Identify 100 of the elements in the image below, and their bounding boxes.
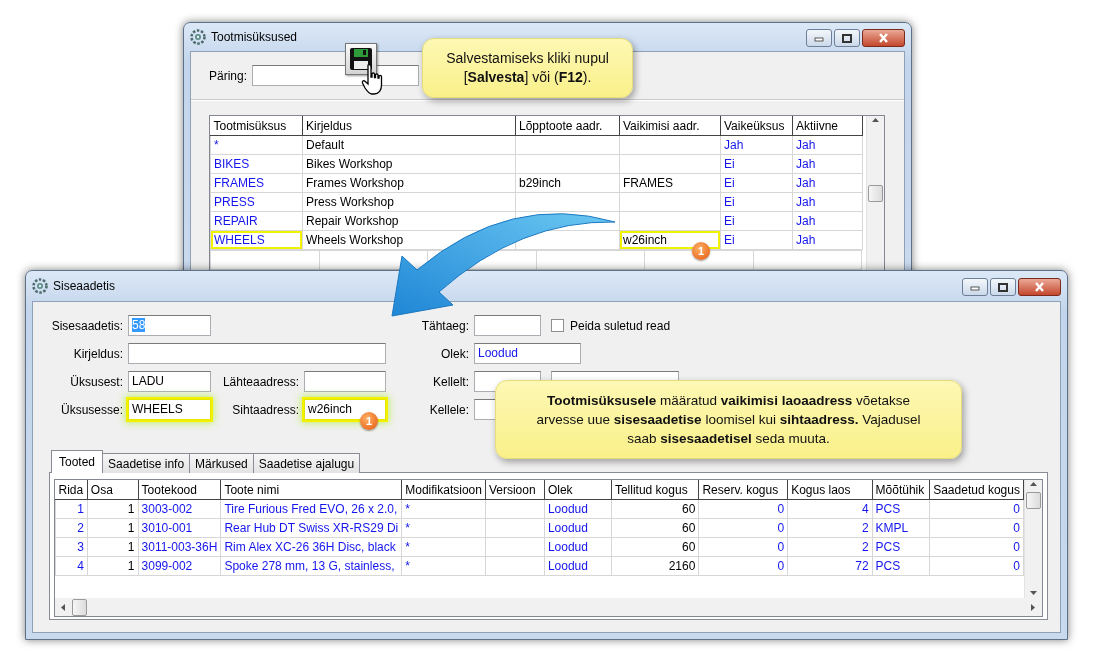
table-cell: Default: [302, 135, 516, 155]
table-cell: Tire Furious Fred EVO, 26 x 2.0,: [220, 499, 402, 519]
field-label: Üksusesse:: [59, 402, 123, 417]
scrollbar[interactable]: [55, 598, 1042, 616]
close-button[interactable]: [1018, 278, 1061, 296]
table-cell: 0: [929, 556, 1024, 576]
table-cell: Jah: [792, 154, 863, 174]
minimize-button[interactable]: [806, 29, 832, 47]
table-cell: Spoke 278 mm, 13 G, stainless,: [220, 556, 402, 576]
text-field[interactable]: LADU: [128, 371, 211, 392]
scroll-left-icon: [59, 602, 68, 612]
table-cell: Jah: [792, 211, 863, 231]
scroll-up-icon: [1029, 480, 1038, 489]
column-header[interactable]: Tootekood: [138, 480, 221, 500]
column-header[interactable]: Versioon: [485, 480, 545, 500]
column-header[interactable]: Kirjeldus: [302, 116, 516, 136]
field-label: Sisesaadetis:: [50, 318, 123, 333]
column-header[interactable]: Aktiivne: [792, 116, 863, 136]
tab[interactable]: Tooted: [51, 450, 104, 473]
column-header[interactable]: Mõõtühik: [872, 480, 930, 500]
tab[interactable]: Saadetise ajalugu: [252, 453, 361, 473]
table-cell: Ei: [720, 211, 793, 231]
table-cell: 2: [55, 518, 88, 538]
column-header[interactable]: Tellitud kogus: [611, 480, 699, 500]
table-cell: PRESS: [210, 192, 303, 212]
table-cell: Ei: [720, 192, 793, 212]
column-header[interactable]: Lõpptoote aadr.: [515, 116, 620, 136]
column-header[interactable]: Toote nimi: [220, 480, 402, 500]
table-cell: 0: [929, 537, 1024, 557]
table-cell: *: [401, 518, 486, 538]
text-field[interactable]: [304, 371, 386, 392]
scrollbar[interactable]: [866, 116, 884, 272]
table-cell: 0: [698, 518, 788, 538]
table-cell: 2: [787, 537, 873, 557]
field-label: Tähtaeg:: [420, 318, 469, 333]
callout-text: Salvestamiseks kliki nupul [Salvesta] või (F12).: [445, 49, 610, 87]
number-badge: 1: [692, 242, 710, 260]
text-field[interactable]: WHEELS: [128, 399, 211, 420]
column-header[interactable]: Olek: [544, 480, 612, 500]
table-cell: 3003-002: [138, 499, 221, 519]
table-cell: Bikes Workshop: [302, 154, 516, 174]
table-cell: Press Workshop: [302, 192, 516, 212]
table-cell: *: [210, 135, 303, 155]
gear-icon: [190, 29, 206, 45]
table-cell: FRAMES: [619, 173, 721, 193]
column-header[interactable]: Vaikeüksus: [720, 116, 793, 136]
table-cell: 0: [698, 537, 788, 557]
table-cell: Loodud: [544, 537, 612, 557]
column-header[interactable]: Saadetud kogus: [929, 480, 1024, 500]
maximize-button[interactable]: [834, 29, 860, 47]
tab[interactable]: Märkused: [189, 453, 254, 473]
table-cell: Loodud: [544, 556, 612, 576]
table-cell: 72: [787, 556, 873, 576]
table-cell: w26inch: [623, 233, 668, 247]
table-cell: PCS: [872, 556, 930, 576]
table-cell: Rim Alex XC-26 36H Disc, black: [220, 537, 402, 557]
table-cell: Jah: [792, 135, 863, 155]
tab[interactable]: Saadetise info: [102, 453, 191, 473]
minimize-button[interactable]: [962, 278, 988, 296]
checkbox[interactable]: [551, 319, 564, 332]
minimize-icon: [814, 34, 824, 42]
window-title: Tootmisüksused: [211, 30, 299, 44]
table-cell: FRAMES: [210, 173, 303, 193]
table-cell: 60: [611, 537, 699, 557]
scrollbar-thumb[interactable]: [868, 185, 883, 202]
maximize-icon: [842, 33, 852, 43]
text-field[interactable]: Loodud: [474, 343, 581, 364]
maximize-button[interactable]: [990, 278, 1016, 296]
table-cell: Jah: [792, 173, 863, 193]
column-header[interactable]: Tootmisüksus: [210, 116, 303, 136]
table-cell: *: [401, 499, 486, 519]
close-icon: [1034, 282, 1045, 292]
scrollbar-thumb[interactable]: [72, 598, 87, 616]
table-cell: 60: [611, 518, 699, 538]
table-cell: Ei: [720, 230, 793, 250]
column-header[interactable]: Kogus laos: [787, 480, 873, 500]
save-button[interactable]: [345, 43, 377, 75]
table-cell: 0: [929, 518, 1024, 538]
table-cell: 2160: [611, 556, 699, 576]
column-header[interactable]: Modifikatsioon: [401, 480, 486, 500]
text-field[interactable]: [474, 315, 541, 336]
column-header[interactable]: Rida: [55, 480, 88, 500]
scrollbar-thumb[interactable]: [1026, 492, 1041, 509]
field-label: Kirjeldus:: [72, 346, 123, 361]
table-cell: 3099-002: [138, 556, 221, 576]
table-cell: b29inch: [515, 173, 620, 193]
scroll-right-icon: [1029, 602, 1038, 612]
checkbox-label[interactable]: Peida suletud read: [570, 318, 671, 333]
scrollbar[interactable]: [1024, 480, 1042, 598]
table-cell: *: [401, 537, 486, 557]
window-title: Siseaadetis: [53, 279, 117, 293]
close-button[interactable]: [862, 29, 905, 47]
column-header[interactable]: Vaikimisi aadr.: [619, 116, 721, 136]
table-cell: Jah: [792, 192, 863, 212]
maximize-icon: [998, 282, 1008, 292]
table-cell: Rear Hub DT Swiss XR-RS29 Di: [220, 518, 402, 538]
text-field[interactable]: [128, 343, 386, 364]
column-header[interactable]: Osa: [87, 480, 139, 500]
field-label: Olek:: [440, 346, 469, 361]
column-header[interactable]: Reserv. kogus: [698, 480, 788, 500]
